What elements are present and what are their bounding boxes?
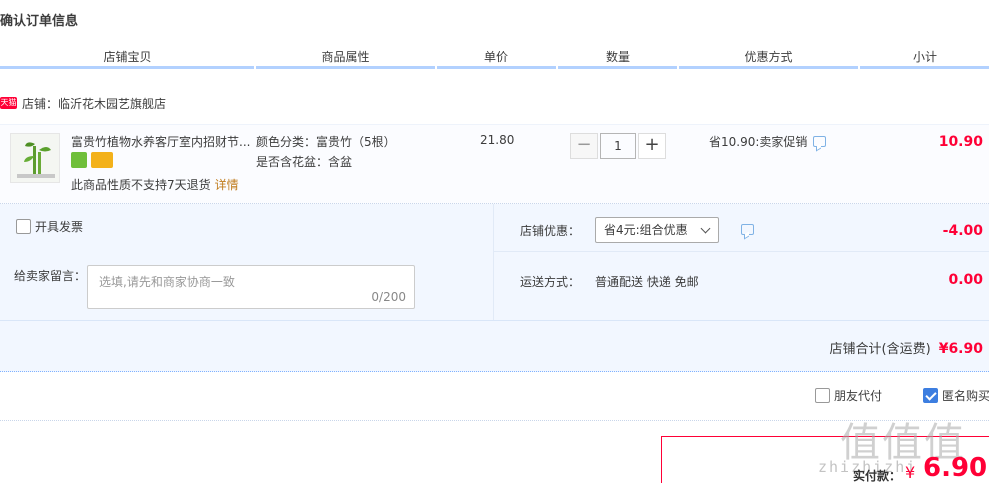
shipping-cost: 0.00 — [948, 272, 983, 288]
chat-icon[interactable] — [813, 136, 827, 147]
header-underline — [860, 66, 989, 69]
quantity-stepper: − 1 + — [570, 133, 666, 159]
header-underline — [0, 66, 254, 69]
shipping-label: 运送方式： — [520, 275, 581, 289]
unit-price: 21.80 — [480, 133, 515, 147]
payment-currency: ¥ — [905, 463, 916, 482]
credit-card-icon — [91, 152, 113, 168]
message-textarea[interactable]: 选填,请先和商家协商一致 0/200 — [87, 265, 415, 309]
invoice-label: 开具发票 — [35, 220, 84, 234]
discount-label: 店铺优惠： — [520, 224, 581, 238]
product-image[interactable] — [10, 133, 60, 183]
tmall-badge-icon: 天猫 — [0, 97, 17, 109]
product-title-link[interactable]: 富贵竹植物水养客厅室内招财节... — [71, 133, 251, 150]
invoice-checkbox[interactable] — [16, 219, 31, 234]
promo-info: 省10.90:卖家促销 — [709, 133, 827, 150]
message-label: 给卖家留言： — [14, 269, 87, 283]
friend-pay-checkbox[interactable] — [815, 388, 830, 403]
guarantee-icon — [71, 152, 87, 168]
col-qty: 数量 — [605, 50, 630, 64]
qty-plus-button[interactable]: + — [638, 133, 666, 159]
header-underline — [558, 66, 677, 69]
col-price: 单价 — [483, 50, 508, 64]
chat-icon[interactable] — [741, 224, 754, 235]
attr-pot: 是否含花盆：含盆 — [256, 155, 353, 169]
col-attr: 商品属性 — [321, 50, 370, 64]
header-underline — [437, 66, 556, 69]
col-item: 店铺宝贝 — [103, 50, 152, 64]
anonymous-checkbox[interactable] — [923, 388, 938, 403]
message-placeholder: 选填,请先和商家协商一致 — [99, 275, 235, 289]
order-options-panel: 开具发票 给卖家留言： 选填,请先和商家协商一致 0/200 店铺优惠： 省4元… — [0, 204, 989, 372]
col-promo: 优惠方式 — [744, 50, 793, 64]
quantity-input[interactable]: 1 — [600, 133, 636, 159]
col-subtotal: 小计 — [912, 50, 937, 64]
header-underline — [679, 66, 858, 69]
shop-total-amount: ¥6.90 — [938, 341, 983, 357]
page-title: 确认订单信息 — [0, 14, 79, 29]
qty-minus-button[interactable]: − — [570, 133, 598, 159]
message-counter: 0/200 — [371, 290, 406, 304]
order-item: 富贵竹植物水养客厅室内招财节... 此商品性质不支持7天退货 详情 颜色分类：富贵… — [0, 124, 989, 204]
discount-value: -4.00 — [942, 223, 983, 239]
item-subtotal: 10.90 — [938, 134, 983, 150]
anonymous-option[interactable]: 匿名购买 — [923, 387, 989, 404]
shop-name[interactable]: 店铺：临沂花木园艺旗舰店 — [22, 95, 166, 112]
payment-amount: 6.90 — [923, 453, 988, 483]
shop-row: 天猫 店铺：临沂花木园艺旗舰店 — [0, 95, 166, 111]
shipping-method: 普通配送 快递 免邮 — [595, 275, 699, 289]
chevron-down-icon — [700, 223, 711, 234]
shop-total: 店铺合计(含运费) ¥6.90 — [829, 341, 983, 357]
header-underline — [256, 66, 435, 69]
column-header: 店铺宝贝 商品属性 单价 数量 优惠方式 小计 — [0, 48, 989, 69]
payment-label: 实付款： — [853, 469, 902, 483]
discount-select[interactable]: 省4元:组合优惠 — [595, 217, 719, 243]
invoice-option[interactable]: 开具发票 — [16, 218, 83, 235]
attr-color: 颜色分类：富贵竹（5根） — [256, 135, 396, 149]
no-return-notice: 此商品性质不支持7天退货 详情 — [71, 178, 239, 192]
friend-pay-option[interactable]: 朋友代付 — [815, 387, 882, 404]
detail-link[interactable]: 详情 — [215, 178, 239, 192]
